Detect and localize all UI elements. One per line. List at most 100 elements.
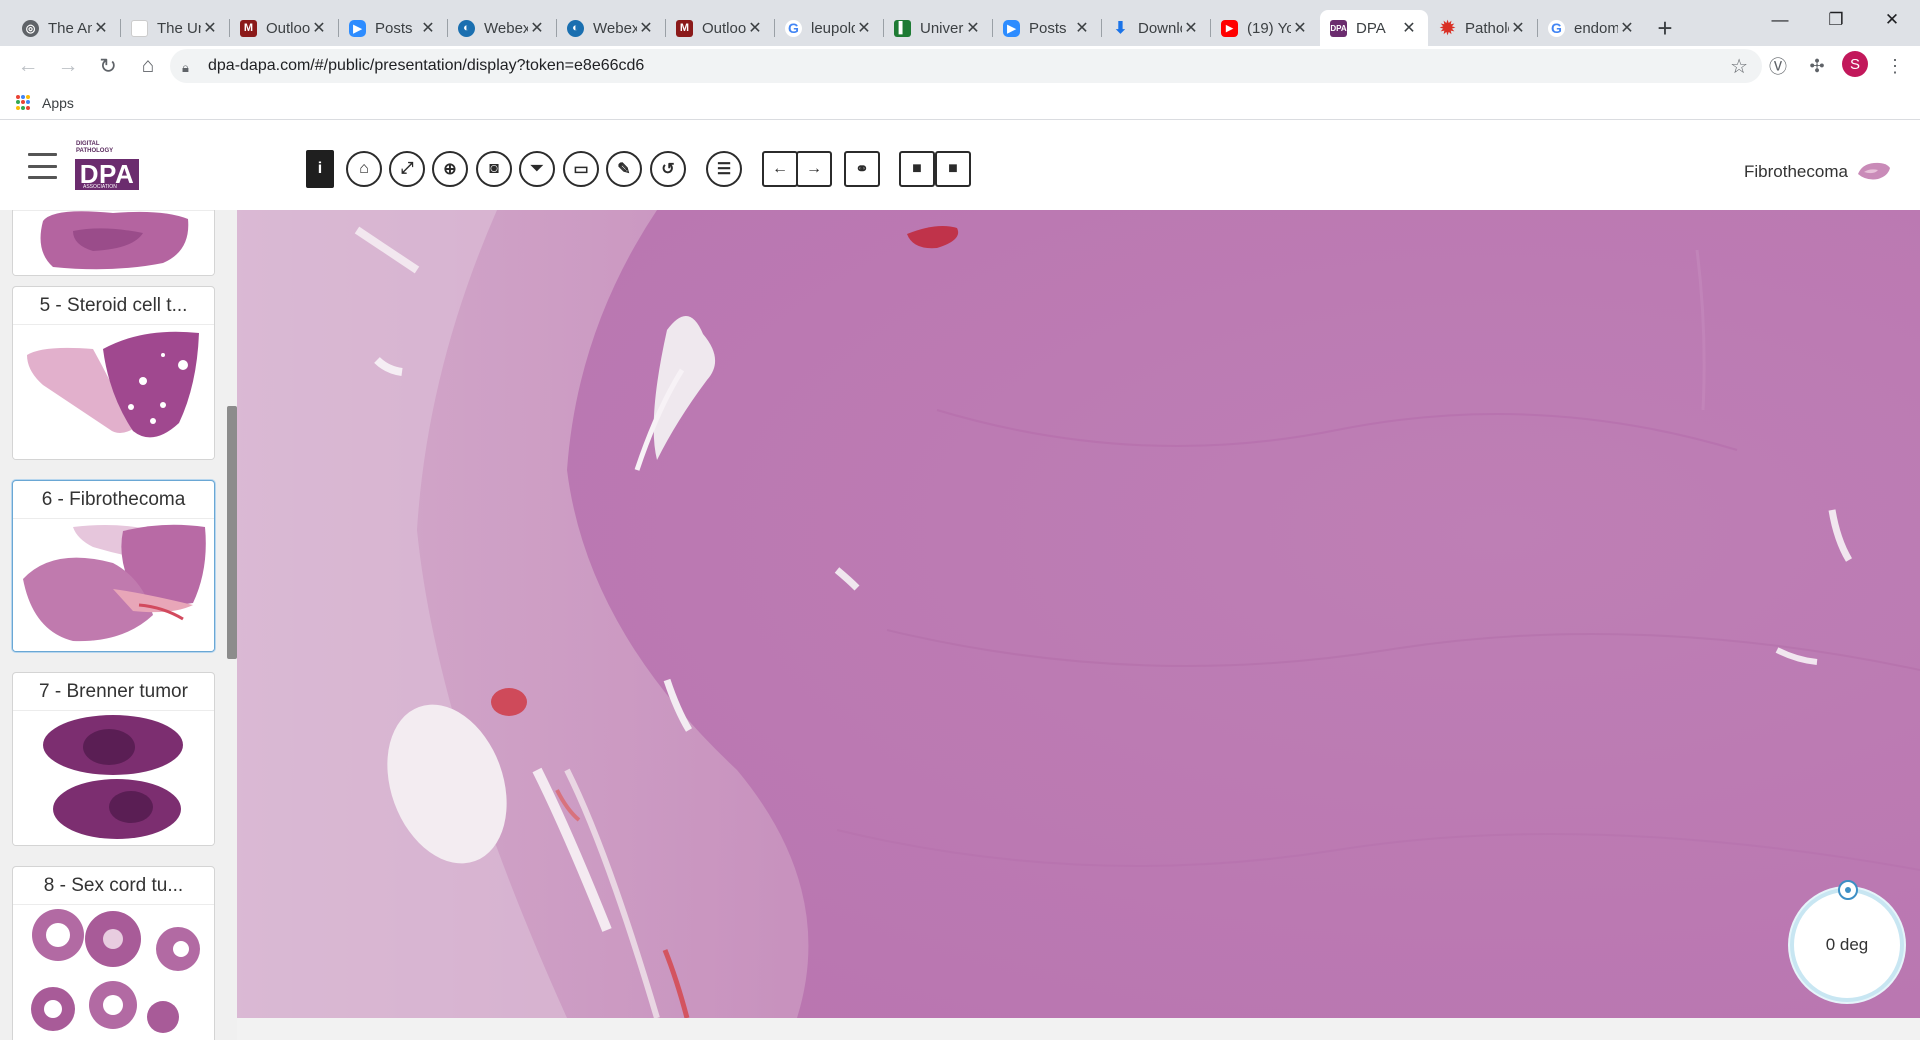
filter-icon[interactable]: ⏷ — [519, 151, 555, 187]
close-icon[interactable]: ✕ — [1618, 18, 1636, 38]
window-controls: — ❐ ✕ — [1752, 4, 1920, 36]
browser-tab[interactable]: The Universi✕ — [120, 10, 229, 46]
close-icon[interactable]: ✕ — [1509, 18, 1527, 38]
close-icon[interactable]: ✕ — [1400, 18, 1418, 38]
close-icon[interactable]: ✕ — [419, 18, 437, 38]
info-icon[interactable]: i — [306, 150, 334, 188]
browser-tab[interactable]: ✹ Pathology✕ — [1429, 10, 1537, 46]
minimize-icon[interactable]: — — [1752, 4, 1808, 36]
msc-icon: M — [676, 19, 693, 37]
slide-card-6[interactable]: 6 - Fibrothecoma — [12, 480, 215, 652]
slide-sidebar: 5 - Steroid cell t... 6 - Fibrothecoma 7… — [0, 210, 237, 1040]
close-icon[interactable]: ✕ — [855, 18, 873, 38]
slide-thumbnail — [13, 905, 214, 1040]
apps-bookmark[interactable]: Apps — [42, 95, 74, 111]
close-icon[interactable]: ✕ — [92, 18, 110, 38]
close-icon[interactable]: ✕ — [201, 18, 219, 38]
url-text: dpa-dapa.com/#/public/presentation/displ… — [208, 57, 645, 74]
sidebar-scrollbar-thumb[interactable] — [227, 406, 237, 659]
tab-title: Download — [1138, 19, 1182, 37]
close-icon[interactable]: ✕ — [1073, 18, 1091, 38]
slide-card-label: 6 - Fibrothecoma — [13, 481, 214, 519]
close-window-icon[interactable]: ✕ — [1864, 4, 1920, 36]
new-tab-button[interactable]: + — [1647, 10, 1683, 46]
browser-tab[interactable]: ▌ University✕ — [883, 10, 992, 46]
browser-tab[interactable]: ◎ The Analyt✕ — [12, 10, 120, 46]
download-icon: ⬇ — [1113, 20, 1128, 37]
browser-tab-active[interactable]: DPA DPA ✕ — [1320, 10, 1428, 46]
arrow-right-icon[interactable]: → — [796, 151, 832, 187]
blank-page-icon — [131, 19, 148, 37]
current-slide-thumbnail — [1858, 162, 1890, 180]
rotation-label: 0 deg — [1825, 935, 1869, 954]
close-icon[interactable]: ✕ — [310, 18, 328, 38]
slide-card-8[interactable]: 8 - Sex cord tu... — [12, 866, 215, 1040]
slide-card-5[interactable]: 5 - Steroid cell t... — [12, 286, 215, 460]
browser-tab[interactable]: ⬇ Download✕ — [1101, 10, 1210, 46]
browser-tab[interactable]: ◐ Webex ✕ — [556, 10, 665, 46]
pencil-icon[interactable]: ✎ — [606, 151, 642, 187]
close-icon[interactable]: ✕ — [637, 18, 655, 38]
webex-icon: ◐ — [458, 19, 475, 37]
slide-thumbnail — [13, 325, 214, 459]
restore-icon[interactable]: ❐ — [1808, 4, 1864, 36]
home-button-icon[interactable]: ⌂ — [128, 46, 168, 86]
zoom-icon[interactable]: ⊕ — [432, 151, 468, 187]
forward-icon[interactable]: → — [48, 46, 88, 86]
rotate-icon[interactable]: ↺ — [650, 151, 686, 187]
arrow-left-icon[interactable]: ← — [762, 151, 798, 187]
apps-grid-icon[interactable] — [16, 95, 31, 110]
stop-icon[interactable]: ■ — [935, 151, 971, 187]
slide-card-7[interactable]: 7 - Brenner tumor — [12, 672, 215, 846]
browser-tab[interactable]: M Outlook✕ — [665, 10, 774, 46]
more-menu-icon[interactable]: ⋮ — [1880, 51, 1910, 81]
address-bar[interactable]: 🔒︎ dpa-dapa.com/#/public/presentation/di… — [170, 49, 1762, 83]
reload-icon[interactable]: ↻ — [88, 46, 128, 86]
browser-tab[interactable]: M Outlook✕ — [229, 10, 338, 46]
rotation-handle[interactable] — [1838, 880, 1858, 900]
close-icon[interactable]: ✕ — [964, 18, 982, 38]
browser-tab[interactable]: ▶ Posts ✕ — [992, 10, 1101, 46]
bookmark-star-icon[interactable]: ☆ — [1730, 54, 1748, 79]
slide-card-label: 5 - Steroid cell t... — [13, 287, 214, 325]
tab-title: Outlook — [266, 19, 310, 37]
slide-card-4[interactable] — [12, 210, 215, 276]
link-icon[interactable]: ⚭ — [844, 151, 880, 187]
browser-tab[interactable]: ▶ Posts ✕ — [338, 10, 447, 46]
browser-tab[interactable]: Gendometrioid✕ — [1537, 10, 1646, 46]
browser-tab[interactable]: ▶ (19) YouTube✕ — [1210, 10, 1319, 46]
tab-title: Posts — [375, 19, 413, 37]
browser-tab[interactable]: ◐ Webex ✕ — [447, 10, 556, 46]
fullscreen-icon[interactable]: ⤢ — [389, 151, 425, 187]
slide-card-label: 7 - Brenner tumor — [13, 673, 214, 711]
slide-viewport[interactable] — [237, 210, 1920, 1018]
close-icon[interactable]: ✕ — [1182, 18, 1200, 38]
bookmark-icon: ▌ — [894, 19, 911, 37]
puzzle-icon[interactable]: ✣ — [1802, 51, 1832, 81]
close-icon[interactable]: ✕ — [1291, 18, 1309, 38]
extension-v-icon[interactable]: Ⓥ — [1763, 51, 1793, 81]
gear-icon: ✹ — [1439, 17, 1456, 38]
close-icon[interactable]: ✕ — [746, 18, 764, 38]
close-icon[interactable]: ✕ — [528, 18, 546, 38]
rotation-dial[interactable]: 0 deg — [1790, 888, 1904, 1002]
camera-icon[interactable]: ◙ — [476, 151, 512, 187]
dpa-logo: DIGITAL PATHOLOGY DPA ASSOCIATION — [73, 138, 141, 194]
home-icon[interactable]: ⌂ — [346, 151, 382, 187]
back-icon[interactable]: ← — [8, 46, 48, 86]
monitor-icon[interactable]: ▭ — [563, 151, 599, 187]
tab-title: DPA — [1356, 19, 1386, 37]
slide-card-label: 8 - Sex cord tu... — [13, 867, 214, 905]
ring-icon: ◎ — [22, 19, 39, 37]
tab-title: Webex — [484, 19, 528, 37]
list-icon[interactable]: ☰ — [706, 151, 742, 187]
bookmarks-bar: Apps — [0, 86, 1920, 120]
tab-title: The Universi — [157, 19, 201, 37]
current-slide-title: Fibrothecoma — [1744, 162, 1848, 181]
browser-tab[interactable]: Gleupold ✕ — [774, 10, 883, 46]
tab-title: endometrioid — [1574, 19, 1618, 37]
video-icon[interactable]: ■ — [899, 151, 935, 187]
profile-avatar[interactable]: S — [1842, 51, 1868, 77]
histology-image — [237, 210, 1920, 1018]
hamburger-menu-icon[interactable] — [28, 153, 57, 179]
